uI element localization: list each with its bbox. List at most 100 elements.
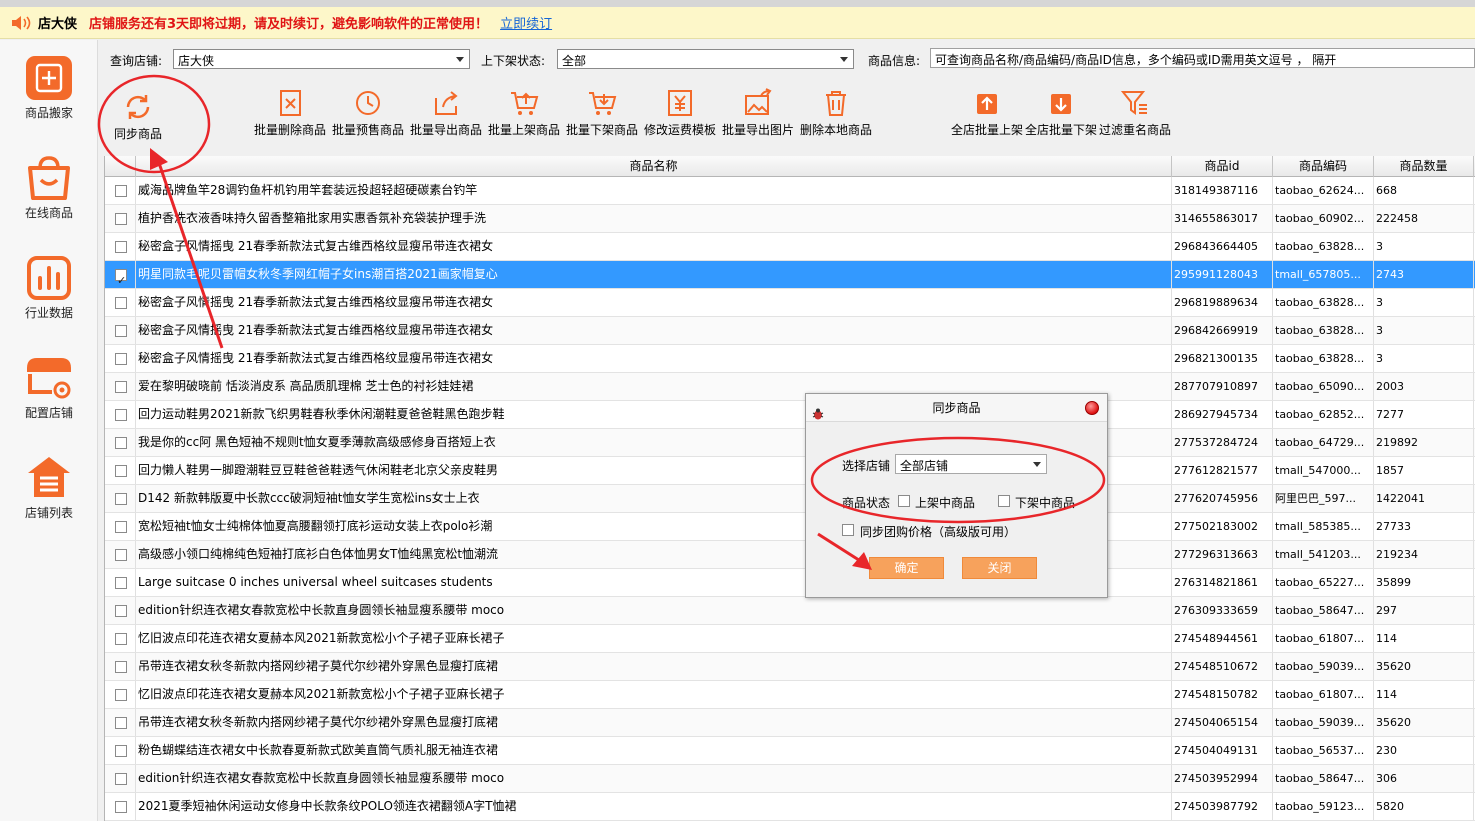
row-checkbox[interactable] (115, 549, 127, 561)
table-row[interactable]: 吊带连衣裙女秋冬新款内搭网纱裙子莫代尔纱裙外穿黑色显瘦打底裙 2745485106… (105, 653, 1475, 681)
cell-name: 2021夏季短袖休闲运动女修身中长款条纹POLO领连衣裙翻领A字T恤裙 (136, 793, 1172, 820)
on-shelf-checkbox[interactable] (898, 495, 910, 507)
table-row[interactable]: 回力懒人鞋男一脚蹬潮鞋豆豆鞋爸爸鞋透气休闲鞋老北京父亲皮鞋男 2776128215… (105, 457, 1475, 485)
dialog-shop-select[interactable]: 全部店铺 (895, 454, 1047, 474)
batch-export-button[interactable]: 批量导出商品 (410, 88, 482, 138)
row-checkbox[interactable] (115, 605, 127, 617)
cell-name: 忆旧波点印花连衣裙女夏赫本风2021新款宽松小个子裙子亚麻长裙子 (136, 681, 1172, 708)
edit-shipping-button[interactable]: 修改运费模板 (644, 88, 716, 138)
batch-delist-button[interactable]: 批量下架商品 (566, 88, 638, 138)
row-checkbox[interactable] (115, 633, 127, 645)
delete-local-label: 删除本地商品 (800, 123, 873, 137)
table-row[interactable]: 植护香洗衣液香味持久留香整箱批家用实惠香氛补充袋装护理手洗 31465586301… (105, 205, 1475, 233)
cell-id: 277620745956 (1172, 485, 1273, 512)
table-row[interactable]: 粉色蝴蝶结连衣裙女中长款春夏新款式欧美直筒气质礼服无袖连衣裙 2745040491… (105, 737, 1475, 765)
row-checkbox[interactable] (115, 493, 127, 505)
row-checkbox[interactable] (115, 381, 127, 393)
row-checkbox[interactable] (115, 773, 127, 785)
sidebar-item-industry-data[interactable]: 行业数据 (0, 240, 98, 340)
confirm-button[interactable]: 确定 (869, 557, 944, 579)
clock-icon (353, 88, 383, 118)
header-id[interactable]: 商品id (1172, 156, 1273, 177)
product-info-input[interactable]: 可查询商品名称/商品编码/商品ID信息，多个编码或ID需用英文逗号 ， 隔开 (930, 48, 1475, 68)
table-row[interactable]: 忆旧波点印花连衣裙女夏赫本风2021新款宽松小个子裙子亚麻长裙子 27454815… (105, 681, 1475, 709)
filter-duplicates-button[interactable]: 过滤重名商品 (1099, 88, 1171, 138)
table-row[interactable]: 秘密盒子风情摇曳 21春季新款法式复古维西格纹显瘦吊带连衣裙女 296842669… (105, 317, 1475, 345)
sidebar-item-shop-list[interactable]: 店铺列表 (0, 440, 98, 540)
batch-presale-button[interactable]: 批量预售商品 (332, 88, 404, 138)
table-row[interactable]: 2021夏季短袖休闲运动女修身中长款条纹POLO领连衣裙翻领A字T恤裙 27450… (105, 793, 1475, 821)
shop-select[interactable]: 店大侠 (173, 49, 470, 69)
cell-code: taobao_59039... (1273, 653, 1374, 680)
export-images-button[interactable]: 批量导出图片 (722, 88, 794, 138)
renew-link[interactable]: 立即续订 (500, 13, 552, 32)
cell-qty: 3 (1374, 233, 1474, 260)
table-row[interactable]: 秘密盒子风情摇曳 21春季新款法式复古维西格纹显瘦吊带连衣裙女 296843664… (105, 233, 1475, 261)
batch-list-label: 批量上架商品 (488, 123, 561, 137)
row-checkbox[interactable] (115, 409, 127, 421)
table-row[interactable]: 回力运动鞋男2021新款飞织男鞋春秋季休闲潮鞋夏爸爸鞋黑色跑步鞋 28692794… (105, 401, 1475, 429)
table-row[interactable]: 秘密盒子风情摇曳 21春季新款法式复古维西格纹显瘦吊带连衣裙女 296821300… (105, 345, 1475, 373)
sidebar-item-online-products[interactable]: 在线商品 (0, 140, 98, 240)
close-button[interactable]: 关闭 (962, 557, 1037, 579)
sidebar: 商品搬家 在线商品 行业数据 配置店铺 店铺列表 (0, 40, 98, 821)
row-checkbox[interactable] (115, 437, 127, 449)
row-checkbox[interactable] (115, 689, 127, 701)
delete-local-button[interactable]: 删除本地商品 (800, 88, 872, 138)
row-checkbox[interactable] (115, 213, 127, 225)
table-row[interactable]: 忆旧波点印花连衣裙女夏赫本风2021新款宽松小个子裙子亚麻长裙子 27454894… (105, 625, 1475, 653)
table-row[interactable]: edition针织连衣裙女春款宽松中长款直身圆领长袖显瘦系腰带 moco 2745… (105, 765, 1475, 793)
cell-qty: 114 (1374, 625, 1474, 652)
table-row[interactable]: 吊带连衣裙女秋冬新款内搭网纱裙子莫代尔纱裙外穿黑色显瘦打底裙 2745040651… (105, 709, 1475, 737)
row-checkbox[interactable] (115, 267, 127, 288)
dialog-close-icon[interactable] (1085, 401, 1099, 415)
dialog-shop-label: 选择店铺 (842, 459, 891, 473)
row-checkbox[interactable] (115, 717, 127, 729)
cell-code: taobao_58647... (1273, 597, 1374, 624)
table-row[interactable]: 爱在黎明破晓前 恬淡消皮系 高品质肌理棉 芝士色的衬衫娃娃裙 2877079108… (105, 373, 1475, 401)
table-row[interactable]: 宽松短袖t恤女士纯棉体恤夏高腰翻领打底衫运动女装上衣polo衫潮 27750218… (105, 513, 1475, 541)
cell-code: taobao_64729... (1273, 429, 1374, 456)
cell-code: taobao_61807... (1273, 681, 1374, 708)
table-row[interactable]: 高级感小领口纯棉纯色短袖打底衫白色体恤男女T恤纯黑宽松t恤潮流 277296313… (105, 541, 1475, 569)
header-code[interactable]: 商品编码 (1273, 156, 1374, 177)
shop-delist-all-button[interactable]: 全店批量下架 (1025, 88, 1097, 138)
table-row[interactable]: D142 新款韩版夏中长款ccc破洞短袖t恤女学生宽松ins女士上衣 277620… (105, 485, 1475, 513)
off-shelf-checkbox[interactable] (998, 495, 1010, 507)
row-checkbox[interactable] (115, 465, 127, 477)
image-export-icon (743, 88, 773, 118)
row-checkbox[interactable] (115, 353, 127, 365)
row-checkbox[interactable] (115, 521, 127, 533)
table-row[interactable]: 秘密盒子风情摇曳 21春季新款法式复古维西格纹显瘦吊带连衣裙女 296819889… (105, 289, 1475, 317)
cart-up-icon (509, 88, 539, 118)
group-price-checkbox[interactable] (842, 524, 854, 536)
sidebar-item-product-move[interactable]: 商品搬家 (0, 40, 98, 140)
shop-delist-all-label: 全店批量下架 (1025, 123, 1098, 137)
cell-select (105, 177, 136, 204)
row-checkbox[interactable] (115, 325, 127, 337)
row-checkbox[interactable] (115, 801, 127, 813)
table-row[interactable]: 我是你的cc阿 黑色短袖不规则t恤女夏季薄款高级感修身百搭短上衣 27753728… (105, 429, 1475, 457)
sync-products-button[interactable]: 同步商品 (114, 92, 162, 142)
table-row[interactable]: 威海品牌鱼竿28调钓鱼杆机钓用竿套装远投超轻超硬碳素台钓竿 31814938711… (105, 177, 1475, 205)
shop-list-all-button[interactable]: 全店批量上架 (951, 88, 1023, 138)
row-checkbox[interactable] (115, 297, 127, 309)
row-checkbox[interactable] (115, 577, 127, 589)
status-select[interactable]: 全部 (557, 49, 854, 69)
batch-list-button[interactable]: 批量上架商品 (488, 88, 560, 138)
cell-id: 286927945734 (1172, 401, 1273, 428)
row-checkbox[interactable] (115, 745, 127, 757)
header-name[interactable]: 商品名称 (136, 156, 1172, 177)
table-row[interactable]: edition针织连衣裙女春款宽松中长款直身圆领长袖显瘦系腰带 moco 2763… (105, 597, 1475, 625)
row-checkbox[interactable] (115, 185, 127, 197)
table-row[interactable]: Large suitcase 0 inches universal wheel … (105, 569, 1475, 597)
row-checkbox[interactable] (115, 661, 127, 673)
table-row[interactable]: 明星同款毛呢贝雷帽女秋冬季网红帽子女ins潮百搭2021画家帽复心2959911… (105, 261, 1475, 289)
edit-shipping-label: 修改运费模板 (644, 123, 717, 137)
sidebar-item-shop-settings[interactable]: 配置店铺 (0, 340, 98, 440)
row-checkbox[interactable] (115, 241, 127, 253)
batch-delete-button[interactable]: 批量删除商品 (254, 88, 326, 138)
cell-id: 296843664405 (1172, 233, 1273, 260)
header-qty[interactable]: 商品数量 (1374, 156, 1474, 177)
window-top-strip (0, 0, 1475, 7)
